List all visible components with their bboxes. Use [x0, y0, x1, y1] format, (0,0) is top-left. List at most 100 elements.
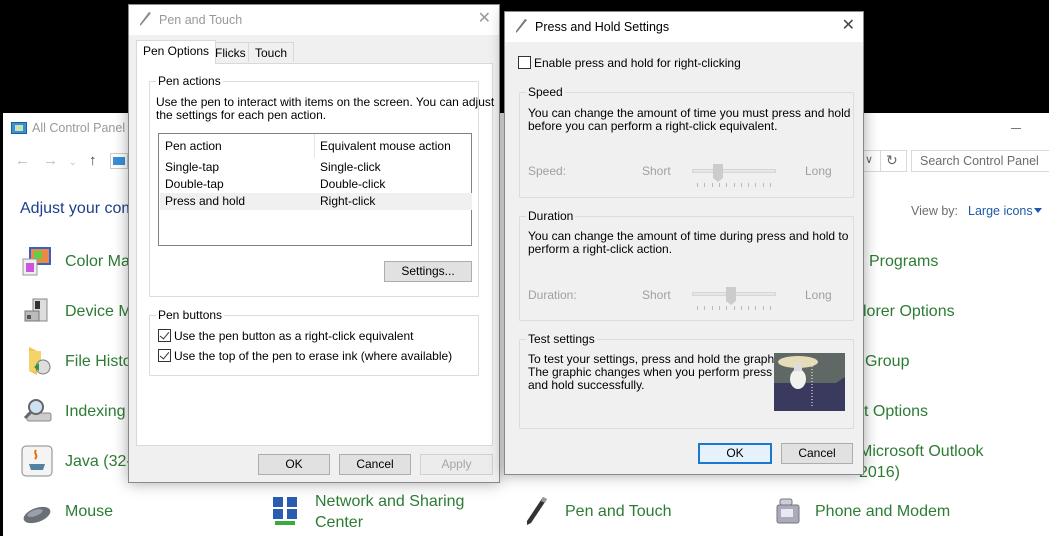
slider-ticks	[697, 183, 771, 187]
forward-arrow-icon[interactable]: →	[43, 152, 58, 169]
indexing-options-icon	[23, 399, 52, 422]
ok-button[interactable]: OK	[258, 454, 330, 475]
slider-tick	[748, 306, 750, 310]
pen-options-panel: Pen actions Use the pen to interact with…	[136, 63, 494, 446]
pen-top-erase-checkbox[interactable]	[158, 349, 171, 362]
slider-tick	[733, 306, 735, 310]
dialog-title: Press and Hold Settings	[535, 20, 670, 34]
group-label: Pen actions	[156, 74, 223, 88]
column-header-pen-action[interactable]: Pen action	[165, 139, 222, 153]
slider-tick	[718, 183, 720, 187]
checkbox-label[interactable]: Use the pen button as a right-click equi…	[174, 330, 413, 343]
slider-tick	[770, 306, 771, 310]
cancel-button[interactable]: Cancel	[781, 443, 853, 464]
slider-tick	[770, 183, 771, 187]
slider-tick	[733, 183, 735, 187]
minimize-button[interactable]	[1011, 128, 1021, 129]
network-icon	[273, 497, 297, 525]
duration-label: Duration:	[528, 288, 577, 302]
item-options[interactable]: t Options	[864, 401, 928, 422]
slider-tick	[718, 306, 720, 310]
enable-press-hold-label[interactable]: Enable press and hold for right-clicking	[534, 57, 741, 70]
refresh-icon[interactable]: ↻	[886, 152, 898, 169]
pen-icon	[140, 12, 151, 26]
enable-press-hold-checkbox[interactable]	[518, 56, 531, 69]
checkbox-label[interactable]: Use the top of the pen to erase ink (whe…	[174, 350, 452, 363]
speed-label: Speed:	[528, 164, 567, 178]
pen-and-touch-dialog: Pen and Touch ✕ Pen Options Flicks Touch…	[128, 4, 500, 483]
press-and-hold-dialog: Press and Hold Settings ✕ Enable press a…	[504, 11, 864, 475]
pen-actions-list[interactable]: Pen action Equivalent mouse action Singl…	[158, 133, 472, 246]
light-bulb-icon	[774, 353, 845, 411]
description: before you can perform a right-click equ…	[528, 119, 778, 133]
speed-slider[interactable]	[692, 161, 776, 187]
item-microsoft-outlook[interactable]: Microsoft Outlook 2016)	[859, 441, 983, 483]
address-bar[interactable]	[110, 153, 128, 169]
ok-button[interactable]: OK	[698, 443, 772, 464]
duration-min-label: Short	[642, 288, 671, 302]
speed-min-label: Short	[642, 164, 671, 178]
settings-button[interactable]: Settings...	[384, 261, 472, 282]
item-pen-and-touch[interactable]: Pen and Touch	[565, 501, 671, 522]
cancel-button[interactable]: Cancel	[339, 454, 411, 475]
java-icon	[21, 445, 53, 477]
file-history-icon	[29, 347, 51, 375]
pen-icon	[516, 19, 527, 33]
tab-touch[interactable]: Touch	[248, 42, 295, 62]
back-arrow-icon[interactable]: ←	[15, 152, 30, 169]
test-graphic[interactable]	[774, 353, 845, 411]
description: and hold successfully.	[528, 378, 645, 392]
duration-max-label: Long	[805, 288, 832, 302]
duration-slider[interactable]	[692, 284, 776, 310]
pen-icon	[527, 497, 547, 525]
dialog-titlebar: Press and Hold Settings ✕	[505, 12, 863, 42]
pen-button-right-click-checkbox[interactable]	[158, 329, 171, 342]
slider-tick	[726, 183, 728, 187]
item-programs[interactable]: Programs	[869, 251, 938, 272]
list-row[interactable]: Single-tap Single-click	[160, 159, 472, 176]
address-controls: ∨ ↻	[861, 150, 907, 172]
duration-slider-thumb[interactable]	[725, 287, 736, 305]
slider-tick	[726, 306, 728, 310]
item-mouse[interactable]: Mouse	[65, 501, 113, 522]
list-row[interactable]: Double-tap Double-click	[160, 176, 472, 193]
item-network-sharing[interactable]: Network and Sharing Center	[315, 491, 464, 533]
slider-ticks	[697, 306, 771, 310]
slider-tick	[748, 183, 750, 187]
item-phone-modem[interactable]: Phone and Modem	[815, 501, 950, 522]
group-label: Duration	[526, 209, 576, 223]
duration-group: Duration You can change the amount of ti…	[519, 209, 854, 321]
chevron-down-icon[interactable]: ∨	[865, 153, 873, 166]
pen-actions-group: Pen actions Use the pen to interact with…	[149, 74, 494, 297]
dialog-titlebar: Pen and Touch ✕	[129, 5, 499, 35]
slider-tick	[762, 183, 764, 187]
column-header-mouse-action[interactable]: Equivalent mouse action	[320, 139, 451, 153]
color-management-icon	[22, 247, 51, 276]
close-icon[interactable]: ✕	[478, 10, 491, 28]
slider-tick	[704, 183, 706, 187]
slider-tick	[697, 183, 698, 187]
speed-slider-thumb[interactable]	[713, 164, 723, 182]
up-arrow-icon[interactable]: ↑	[89, 152, 97, 169]
pen-buttons-group: Pen buttons Use the pen button as a righ…	[149, 308, 479, 376]
item-homegroup[interactable]: Group	[865, 351, 909, 372]
description: the settings for each pen action.	[156, 108, 327, 122]
item-internet-explorer-options[interactable]: lorer Options	[863, 301, 955, 322]
mouse-icon	[23, 506, 51, 524]
slider-tick	[755, 306, 757, 310]
device-manager-icon	[24, 298, 48, 322]
tab-pen-options[interactable]: Pen Options	[136, 40, 217, 64]
list-row-selected[interactable]: Press and hold Right-click	[160, 193, 472, 210]
recent-chevron-icon[interactable]: ⌄	[69, 157, 77, 168]
slider-tick	[711, 306, 713, 310]
dialog-title: Pen and Touch	[159, 13, 243, 27]
caret-down-icon[interactable]	[1034, 208, 1042, 213]
view-by-dropdown[interactable]: Large icons	[968, 204, 1033, 218]
speed-group: Speed You can change the amount of time …	[519, 85, 854, 198]
apply-button[interactable]: Apply	[420, 454, 493, 475]
search-input[interactable]: Search Control Panel	[911, 150, 1049, 172]
close-icon[interactable]: ✕	[842, 17, 855, 35]
description: perform a right-click action.	[528, 242, 673, 256]
control-panel-icon	[11, 122, 27, 134]
slider-tick	[711, 183, 713, 187]
